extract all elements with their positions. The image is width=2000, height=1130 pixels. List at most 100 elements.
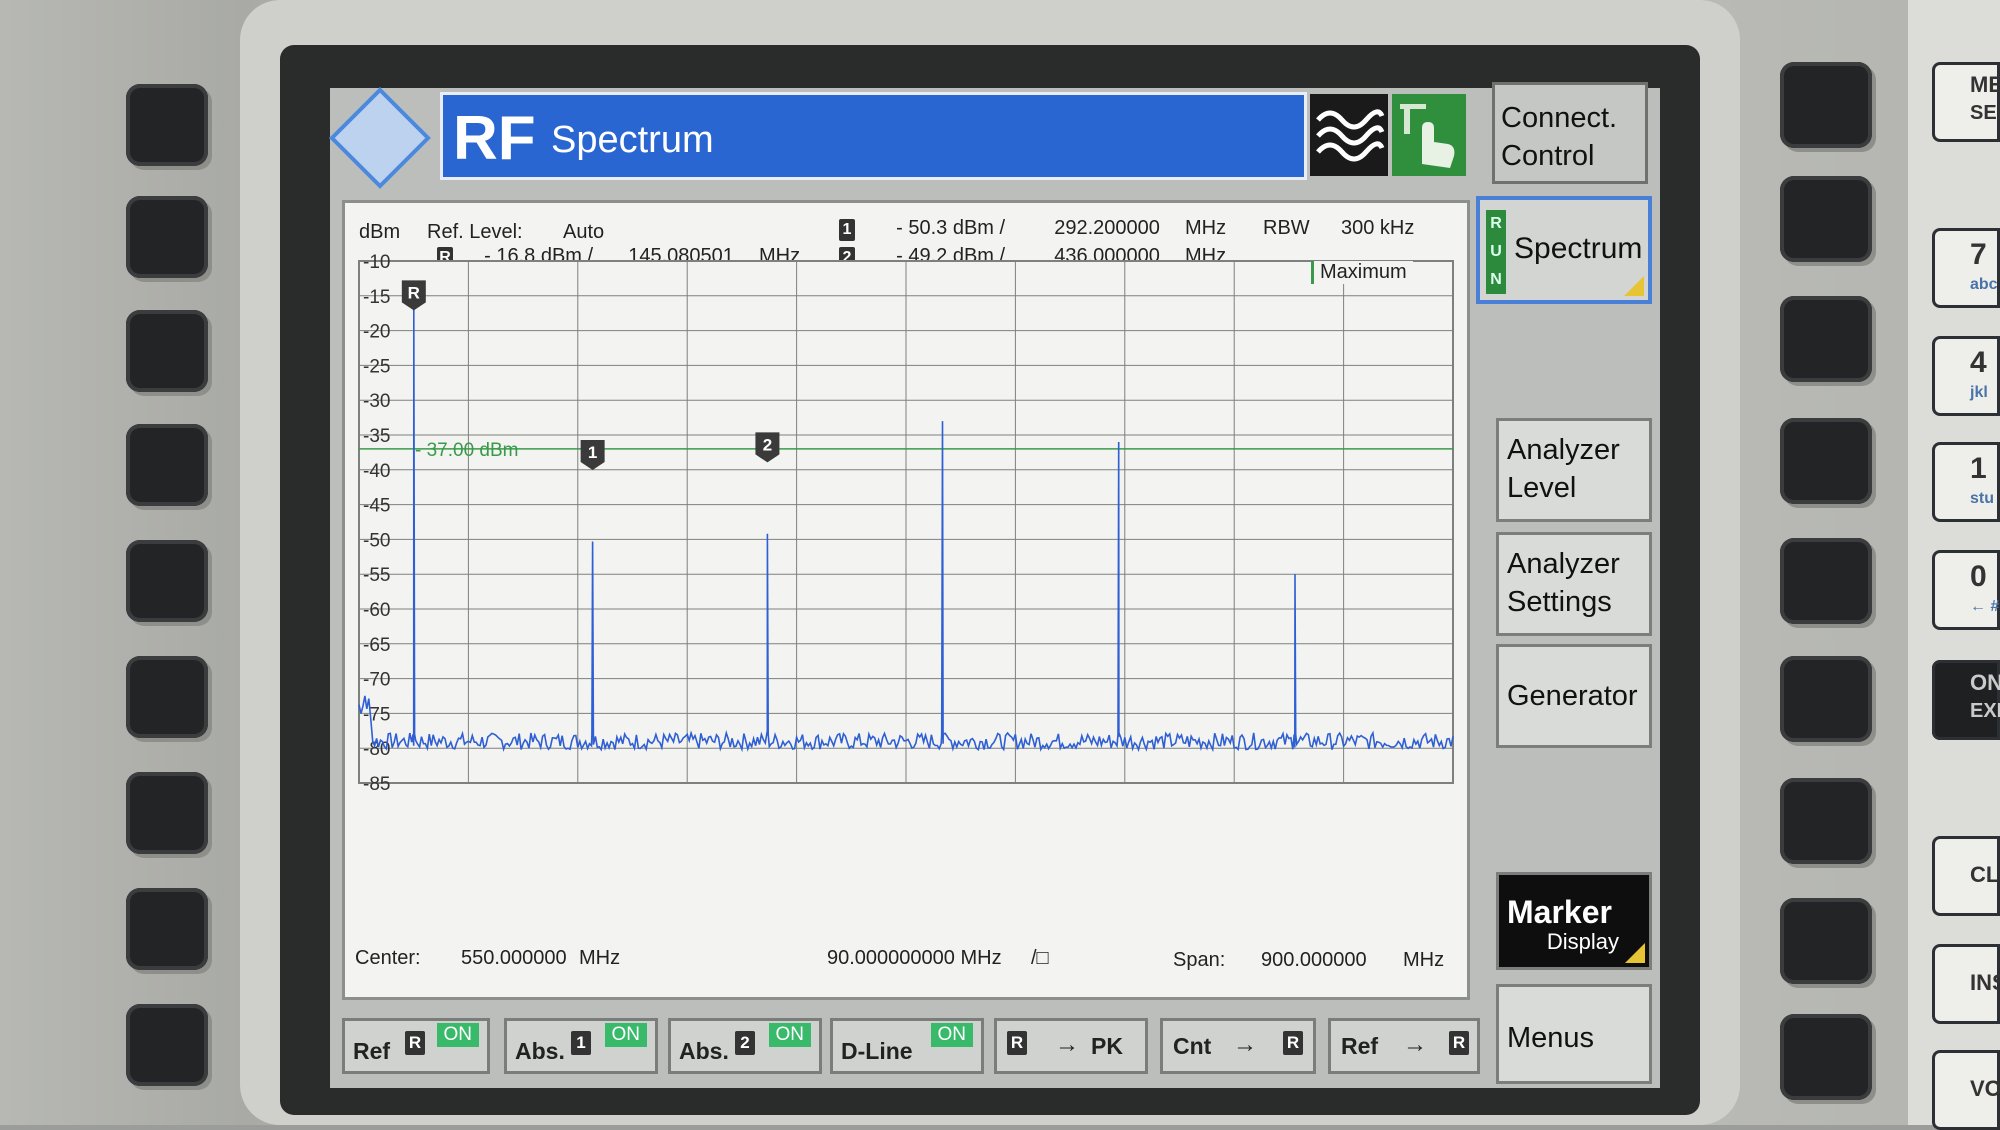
run-status-strip: R U N bbox=[1486, 210, 1506, 294]
spectrum-softkey[interactable]: R U N Spectrum bbox=[1476, 196, 1652, 304]
spectrum-softkey-label: Spectrum bbox=[1514, 232, 1643, 265]
y-tick-label: -10 bbox=[363, 252, 390, 273]
center-to-ref-softkey[interactable]: Cnt → R bbox=[1160, 1018, 1316, 1074]
y-tick-label: -45 bbox=[363, 496, 390, 517]
marker-R-label: R bbox=[408, 283, 420, 302]
y-tick-label: -15 bbox=[363, 287, 390, 308]
menus-label: Menus bbox=[1507, 1022, 1595, 1054]
spectrum-plot-panel: dBm Ref. Level: Auto R - 16.8 dBm / 145.… bbox=[342, 200, 1470, 1000]
arrow-right-icon: → bbox=[1055, 1031, 1079, 1058]
y-tick-label: -55 bbox=[363, 565, 390, 586]
y-tick-label: -25 bbox=[363, 356, 390, 377]
keypad-key-1[interactable]: 1 stu bbox=[1932, 442, 2000, 522]
abs1-on-badge: ON bbox=[604, 1023, 647, 1047]
key-main-label: CL bbox=[1970, 862, 2000, 887]
keypad-key-insert[interactable]: INS bbox=[1932, 944, 2000, 1024]
key-main-label: VO bbox=[1970, 1076, 2000, 1101]
abs1-softkey-label: Abs. bbox=[515, 1038, 565, 1064]
y-tick-label: -70 bbox=[363, 670, 390, 691]
ref-marker-tag: R bbox=[1283, 1031, 1303, 1055]
hardware-softkey-left-7[interactable] bbox=[126, 772, 208, 854]
span-unit: MHz bbox=[1403, 949, 1445, 971]
analyzer-settings-label-line2: Settings bbox=[1507, 586, 1612, 618]
key-main-label: 4 bbox=[1970, 346, 1987, 379]
generator-softkey[interactable]: Generator bbox=[1496, 644, 1652, 748]
marker2-tag: 2 bbox=[735, 1031, 755, 1055]
ref-level-to-ref-softkey[interactable]: Ref → R bbox=[1328, 1018, 1480, 1074]
peak-label: PK bbox=[1091, 1033, 1123, 1059]
y-tick-label: -65 bbox=[363, 635, 390, 656]
marker1-tag: 1 bbox=[571, 1031, 591, 1055]
hardware-softkey-left-3[interactable] bbox=[126, 310, 208, 392]
hardware-softkey-left-6[interactable] bbox=[126, 656, 208, 738]
key-sub-label: abc bbox=[1970, 276, 1998, 293]
keypad-key-4[interactable]: 4 jkl bbox=[1932, 336, 2000, 416]
hardware-softkey-right-4[interactable] bbox=[1780, 418, 1872, 504]
mode-label: RF bbox=[453, 104, 536, 173]
key-sub-label: ← # bbox=[1970, 598, 2000, 615]
y-tick-label: -30 bbox=[363, 391, 390, 412]
ref-softkey-label: Ref bbox=[353, 1038, 391, 1064]
analyzer-level-label-line2: Level bbox=[1507, 472, 1577, 504]
generator-label: Generator bbox=[1507, 680, 1638, 712]
connect-control-button[interactable]: Connect. Control bbox=[1492, 82, 1648, 184]
keypad-key-menu-select[interactable]: ME SEL bbox=[1932, 62, 2000, 142]
title-bar: RF Spectrum bbox=[440, 92, 1307, 180]
connect-control-label-line2: Control bbox=[1501, 140, 1595, 172]
keypad-key-clear[interactable]: CL bbox=[1932, 836, 2000, 916]
hardware-softkey-right-8[interactable] bbox=[1780, 898, 1872, 984]
keypad-key-volume[interactable]: VO bbox=[1932, 1050, 2000, 1130]
hardware-softkey-left-1[interactable] bbox=[126, 84, 208, 166]
marker-softkey-sublabel: Display bbox=[1546, 929, 1619, 954]
key-sub-label: stu bbox=[1970, 490, 1994, 507]
hardware-softkey-right-1[interactable] bbox=[1780, 62, 1872, 148]
hardware-softkey-right-5[interactable] bbox=[1780, 538, 1872, 624]
run-letter: R bbox=[1490, 215, 1502, 232]
d-line-softkey[interactable]: D-Line ON bbox=[830, 1018, 984, 1074]
menus-softkey[interactable]: Menus bbox=[1496, 984, 1652, 1084]
hardware-softkey-left-8[interactable] bbox=[126, 888, 208, 970]
touch-hand-icon[interactable] bbox=[1392, 94, 1466, 176]
abs-marker1-softkey[interactable]: Abs. 1 ON bbox=[504, 1018, 658, 1074]
center-label: Center: bbox=[355, 947, 421, 969]
ref-marker-tag: R bbox=[1449, 1031, 1469, 1055]
y-tick-label: -40 bbox=[363, 461, 390, 482]
ref-marker-toggle-softkey[interactable]: Ref R ON bbox=[342, 1018, 490, 1074]
hardware-softkey-right-9[interactable] bbox=[1780, 1014, 1872, 1100]
submenu-corner-icon bbox=[1625, 943, 1645, 963]
analyzer-settings-softkey[interactable]: Analyzer Settings bbox=[1496, 532, 1652, 636]
key-sub-label: SEL bbox=[1970, 102, 2000, 124]
hardware-softkey-left-5[interactable] bbox=[126, 540, 208, 622]
hardware-softkey-left-9[interactable] bbox=[126, 1004, 208, 1086]
hardware-softkey-right-7[interactable] bbox=[1780, 778, 1872, 864]
division-unit: /□ bbox=[1031, 947, 1049, 969]
hardware-softkey-left-2[interactable] bbox=[126, 196, 208, 278]
keypad-key-on-exp[interactable]: ON EXP bbox=[1932, 660, 2000, 740]
y-tick-label: -35 bbox=[363, 426, 390, 447]
abs2-on-badge: ON bbox=[768, 1023, 811, 1047]
d-line-softkey-label: D-Line bbox=[841, 1038, 913, 1064]
keypad-key-7[interactable]: 7 abc bbox=[1932, 228, 2000, 308]
page-title: Spectrum bbox=[551, 119, 714, 161]
center-unit: MHz bbox=[579, 947, 621, 969]
key-main-label: 7 bbox=[1970, 238, 1987, 271]
signal-wave-icon[interactable] bbox=[1310, 94, 1388, 176]
ref-to-peak-softkey[interactable]: R → PK bbox=[994, 1018, 1148, 1074]
hardware-softkey-left-4[interactable] bbox=[126, 424, 208, 506]
hardware-softkey-right-3[interactable] bbox=[1780, 296, 1872, 382]
key-main-label: ON bbox=[1970, 670, 2000, 695]
key-main-label: INS bbox=[1970, 970, 2000, 995]
hardware-softkey-right-6[interactable] bbox=[1780, 656, 1872, 742]
y-tick-label: -60 bbox=[363, 600, 390, 621]
cnt-label: Cnt bbox=[1173, 1033, 1212, 1059]
y-tick-label: -85 bbox=[363, 774, 390, 795]
hardware-softkey-right-2[interactable] bbox=[1780, 176, 1872, 262]
analyzer-level-softkey[interactable]: Analyzer Level bbox=[1496, 418, 1652, 522]
arrow-right-icon: → bbox=[1233, 1031, 1257, 1058]
division-value: 90.000000000 MHz bbox=[827, 947, 1002, 969]
rs-logo-icon bbox=[329, 87, 431, 189]
chart-grid bbox=[358, 260, 1454, 784]
abs-marker2-softkey[interactable]: Abs. 2 ON bbox=[668, 1018, 822, 1074]
marker-display-softkey[interactable]: Marker Display bbox=[1496, 872, 1652, 970]
keypad-key-0[interactable]: 0 ← # bbox=[1932, 550, 2000, 630]
